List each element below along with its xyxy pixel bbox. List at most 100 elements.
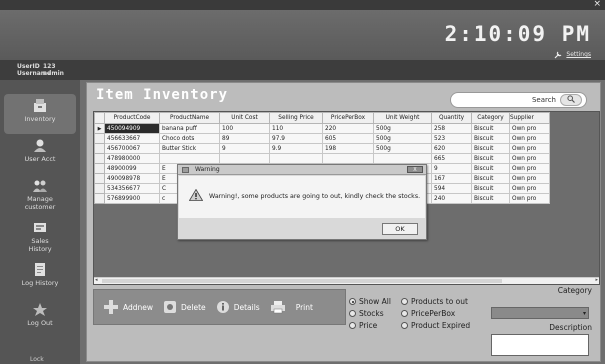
ok-button[interactable]: OK — [382, 223, 418, 235]
table-cell[interactable]: Own pro — [509, 123, 550, 134]
table-cell[interactable]: Biscuit — [471, 183, 510, 194]
sidebar-item-log-history[interactable]: Log History — [4, 258, 76, 298]
row-header[interactable] — [94, 183, 105, 194]
row-header[interactable] — [94, 173, 105, 184]
column-header[interactable]: ProductCode — [104, 112, 160, 124]
table-cell[interactable]: 500g — [373, 143, 432, 154]
table-cell[interactable] — [373, 153, 432, 164]
sidebar-item-sales-history[interactable]: Sales History — [4, 216, 76, 256]
table-row[interactable]: 456633667 Choco dots 89 97.9 605 500g 523 Biscu… — [94, 133, 550, 144]
window-close-button[interactable]: × — [593, 0, 601, 9]
table-cell[interactable]: 167 — [431, 173, 472, 184]
table-cell[interactable]: 240 — [431, 193, 472, 204]
row-header[interactable]: ▶ — [94, 123, 105, 134]
table-cell[interactable]: Own pro — [509, 143, 550, 154]
details-button[interactable]: Details — [213, 295, 263, 319]
table-cell[interactable] — [269, 153, 323, 164]
table-cell[interactable]: Own pro — [509, 153, 550, 164]
table-cell[interactable]: 198 — [322, 143, 374, 154]
table-cell[interactable]: Own pro — [509, 183, 550, 194]
column-header[interactable]: Supplier — [509, 112, 550, 124]
table-cell[interactable]: Choco dots — [159, 133, 220, 144]
table-cell[interactable]: 605 — [322, 133, 374, 144]
radio-price-per-box[interactable]: PricePerBox — [401, 309, 455, 318]
table-cell[interactable]: 500g — [373, 123, 432, 134]
table-cell[interactable]: Own pro — [509, 173, 550, 184]
table-row[interactable]: ▶ 450094909 banana puff 100 110 220 500g 258 Bis… — [94, 123, 550, 134]
row-header[interactable] — [94, 153, 105, 164]
table-cell[interactable]: 534356677 — [104, 183, 160, 194]
table-cell[interactable]: 450094909 — [104, 123, 160, 134]
add-new-button[interactable]: Addnew — [100, 295, 156, 319]
table-cell[interactable]: Biscuit — [471, 143, 510, 154]
table-cell[interactable]: Biscuit — [471, 133, 510, 144]
settings-link[interactable]: Settings — [554, 50, 591, 59]
table-cell[interactable]: 220 — [322, 123, 374, 134]
category-select[interactable]: ▾ — [491, 307, 589, 319]
delete-button[interactable]: Delete — [160, 295, 209, 319]
print-button[interactable]: Print — [267, 295, 316, 319]
table-cell[interactable] — [219, 153, 270, 164]
column-header[interactable]: Category — [471, 112, 510, 124]
table-cell[interactable]: 110 — [269, 123, 323, 134]
scroll-right-icon[interactable]: ▸ — [595, 277, 598, 283]
sidebar-item-inventory[interactable]: Inventory — [4, 94, 76, 134]
table-cell[interactable]: 620 — [431, 143, 472, 154]
table-cell[interactable]: Own pro — [509, 163, 550, 174]
table-cell[interactable]: 523 — [431, 133, 472, 144]
table-cell[interactable]: 89 — [219, 133, 270, 144]
table-cell[interactable]: 456633667 — [104, 133, 160, 144]
table-cell[interactable]: 576899900 — [104, 193, 160, 204]
search-input[interactable]: Search — [450, 92, 587, 108]
table-cell[interactable]: 478980000 — [104, 153, 160, 164]
column-header[interactable]: Selling Price — [269, 112, 323, 124]
horizontal-scrollbar[interactable]: ◂ ▸ — [94, 277, 599, 284]
table-cell[interactable]: 594 — [431, 183, 472, 194]
table-cell[interactable]: Biscuit — [471, 123, 510, 134]
table-cell[interactable]: 258 — [431, 123, 472, 134]
scroll-left-icon[interactable]: ◂ — [95, 277, 98, 283]
radio-stocks[interactable]: Stocks — [349, 309, 384, 318]
table-cell[interactable]: 490098978 — [104, 173, 160, 184]
table-cell[interactable]: 100 — [219, 123, 270, 134]
table-cell[interactable]: 97.9 — [269, 133, 323, 144]
table-cell[interactable]: 9.9 — [269, 143, 323, 154]
row-header[interactable] — [94, 163, 105, 174]
table-cell[interactable]: Biscuit — [471, 173, 510, 184]
sidebar-item-manage-customer[interactable]: Manage customer — [4, 174, 76, 214]
table-cell[interactable]: Butter Stick — [159, 143, 220, 154]
row-header[interactable] — [94, 193, 105, 204]
table-cell[interactable]: Biscuit — [471, 163, 510, 174]
table-cell[interactable] — [159, 153, 220, 164]
table-cell[interactable]: Own pro — [509, 193, 550, 204]
sidebar-item-log-out[interactable]: Log Out — [4, 298, 76, 338]
table-cell[interactable]: Own pro — [509, 133, 550, 144]
description-field[interactable] — [491, 334, 589, 356]
row-header[interactable] — [94, 133, 105, 144]
table-cell[interactable] — [322, 153, 374, 164]
table-row[interactable]: 478980000 665 Biscuit Own pro — [94, 153, 550, 164]
table-cell[interactable]: 9 — [431, 163, 472, 174]
table-cell[interactable]: 456700067 — [104, 143, 160, 154]
table-cell[interactable]: Biscuit — [471, 193, 510, 204]
table-row[interactable]: 456700067 Butter Stick 9 9.9 198 500g 620 Biscu… — [94, 143, 550, 154]
radio-product-expired[interactable]: Product Expired — [401, 321, 470, 330]
column-header[interactable]: Unit Cost — [219, 112, 270, 124]
search-button[interactable] — [560, 94, 582, 106]
table-cell[interactable]: 665 — [431, 153, 472, 164]
column-header[interactable]: PricePerBox — [322, 112, 374, 124]
column-header[interactable]: Quantity — [431, 112, 472, 124]
table-cell[interactable]: 48900099 — [104, 163, 160, 174]
radio-products-to-out[interactable]: Products to out — [401, 297, 468, 306]
table-cell[interactable]: banana puff — [159, 123, 220, 134]
table-cell[interactable]: 9 — [219, 143, 270, 154]
column-header[interactable]: ProductName — [159, 112, 220, 124]
dialog-close-button[interactable]: X — [407, 166, 423, 173]
radio-show-all[interactable]: Show All — [349, 297, 391, 306]
table-cell[interactable]: Biscuit — [471, 153, 510, 164]
lock-label[interactable]: Lock — [30, 356, 44, 363]
dialog-title-bar[interactable]: Warning X — [178, 165, 426, 175]
scrollbar-thumb[interactable] — [102, 279, 502, 283]
radio-price[interactable]: Price — [349, 321, 377, 330]
sidebar-item-user-acct[interactable]: User Acct — [4, 134, 76, 174]
